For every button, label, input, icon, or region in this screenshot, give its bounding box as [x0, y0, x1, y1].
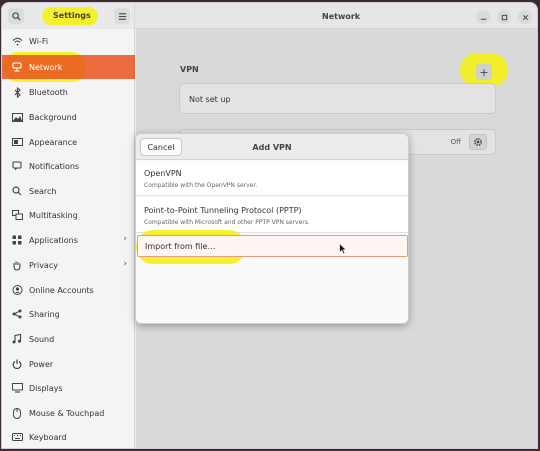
vpn-section-title: VPN	[180, 65, 199, 74]
gear-icon	[474, 138, 482, 146]
sidebar-item-label: Displays	[29, 383, 63, 393]
sidebar-item-label: Sound	[29, 334, 55, 344]
sidebar-item-keyboard[interactable]: Keyboard	[2, 425, 135, 448]
plus-icon: +	[479, 65, 489, 79]
sidebar-item-multitasking[interactable]: Multitasking	[2, 203, 135, 227]
sidebar-item-sharing[interactable]: Sharing	[2, 302, 135, 326]
vpn-option-pptp[interactable]: Point-to-Point Tunneling Protocol (PPTP)…	[136, 197, 408, 233]
menu-button[interactable]	[114, 8, 130, 24]
settings-window: Settings Network Wi-Fi Network Bluetooth…	[1, 2, 538, 449]
sidebar-item-network[interactable]: Network	[2, 55, 135, 79]
sidebar-item-label: Sharing	[29, 309, 60, 319]
option-title: Point-to-Point Tunneling Protocol (PPTP)	[144, 206, 302, 215]
option-subtitle: Compatible with Microsoft and other PPTP…	[144, 219, 310, 226]
sidebar-item-notifications[interactable]: Notifications	[2, 154, 135, 178]
appearance-icon	[11, 136, 23, 148]
sidebar-item-applications[interactable]: Applications ›	[2, 228, 135, 252]
vpn-option-openvpn[interactable]: OpenVPN Compatible with the OpenVPN serv…	[136, 161, 408, 196]
sidebar-item-label: Search	[29, 186, 57, 196]
sidebar-item-label: Bluetooth	[29, 87, 68, 97]
option-subtitle: Compatible with the OpenVPN server.	[144, 182, 258, 189]
sidebar-item-label: Keyboard	[29, 432, 67, 442]
keyboard-icon	[11, 431, 23, 443]
maximize-icon	[501, 14, 507, 20]
sidebar-item-label: Background	[29, 112, 77, 122]
sidebar-item-background[interactable]: Background	[2, 105, 135, 129]
sidebar-item-mouse-touchpad[interactable]: Mouse & Touchpad	[2, 401, 135, 425]
search-button[interactable]	[8, 8, 24, 24]
dialog-header: Cancel Add VPN	[136, 134, 408, 160]
sidebar-title: Settings	[53, 11, 91, 20]
vpn-empty-state: Not set up	[189, 95, 231, 104]
minimize-button[interactable]	[476, 10, 490, 24]
hand-icon	[11, 259, 23, 271]
sidebar-item-label: Multitasking	[29, 210, 78, 220]
dialog-title: Add VPN	[252, 143, 292, 152]
close-button[interactable]	[518, 10, 532, 24]
sidebar-item-bluetooth[interactable]: Bluetooth	[2, 80, 135, 104]
sidebar-item-label: Mouse & Touchpad	[29, 408, 105, 418]
mouse-pointer-icon	[339, 243, 347, 255]
settings-button[interactable]	[469, 134, 487, 150]
import-from-file-option[interactable]: Import from file…	[137, 235, 408, 257]
chevron-right-icon: ›	[123, 234, 127, 244]
sidebar-header: Settings	[2, 3, 135, 29]
search-icon	[11, 185, 23, 197]
sidebar: Wi-Fi Network Bluetooth Background Appea…	[2, 29, 135, 448]
network-icon	[11, 61, 23, 73]
sidebar-item-appearance[interactable]: Appearance	[2, 130, 135, 154]
accounts-icon	[11, 284, 23, 296]
option-title: Import from file…	[145, 242, 216, 251]
sidebar-item-label: Wi-Fi	[29, 36, 49, 46]
sidebar-item-label: Online Accounts	[29, 285, 94, 295]
display-icon	[11, 382, 23, 394]
applications-icon	[11, 234, 23, 246]
bluetooth-icon	[11, 86, 23, 98]
header-bar: Settings Network	[2, 3, 537, 29]
close-icon	[522, 14, 528, 20]
sidebar-item-label: Power	[29, 359, 54, 369]
sidebar-item-wifi[interactable]: Wi-Fi	[2, 29, 135, 53]
power-icon	[11, 358, 23, 370]
bell-icon	[11, 160, 23, 172]
chevron-right-icon: ›	[123, 259, 127, 269]
sidebar-item-online-accounts[interactable]: Online Accounts	[2, 278, 135, 302]
music-note-icon	[11, 333, 23, 345]
sidebar-item-power[interactable]: Power	[2, 352, 135, 376]
hamburger-icon	[118, 12, 126, 20]
option-title: OpenVPN	[144, 169, 182, 178]
sidebar-item-label: Applications	[29, 235, 78, 245]
page-title: Network	[322, 12, 361, 21]
sidebar-item-sound[interactable]: Sound	[2, 327, 135, 351]
minimize-icon	[480, 18, 486, 20]
sidebar-item-privacy[interactable]: Privacy ›	[2, 253, 135, 277]
mouse-icon	[11, 407, 23, 419]
sidebar-item-displays[interactable]: Displays	[2, 376, 135, 400]
add-vpn-dialog: Cancel Add VPN OpenVPN Compatible with t…	[135, 133, 409, 324]
multitasking-icon	[11, 209, 23, 221]
background-icon	[11, 111, 23, 123]
sidebar-item-label: Privacy	[29, 260, 58, 270]
sharing-icon	[11, 308, 23, 320]
vpn-list: Not set up	[179, 83, 496, 114]
wifi-icon	[11, 35, 23, 47]
sidebar-item-search[interactable]: Search	[2, 179, 135, 203]
sidebar-item-label: Notifications	[29, 161, 80, 171]
search-icon	[11, 11, 21, 21]
add-vpn-button[interactable]: +	[476, 64, 492, 80]
status-off-label: Off	[450, 138, 461, 146]
maximize-button[interactable]	[497, 10, 511, 24]
sidebar-item-label: Network	[29, 62, 63, 72]
sidebar-item-label: Appearance	[29, 137, 78, 147]
